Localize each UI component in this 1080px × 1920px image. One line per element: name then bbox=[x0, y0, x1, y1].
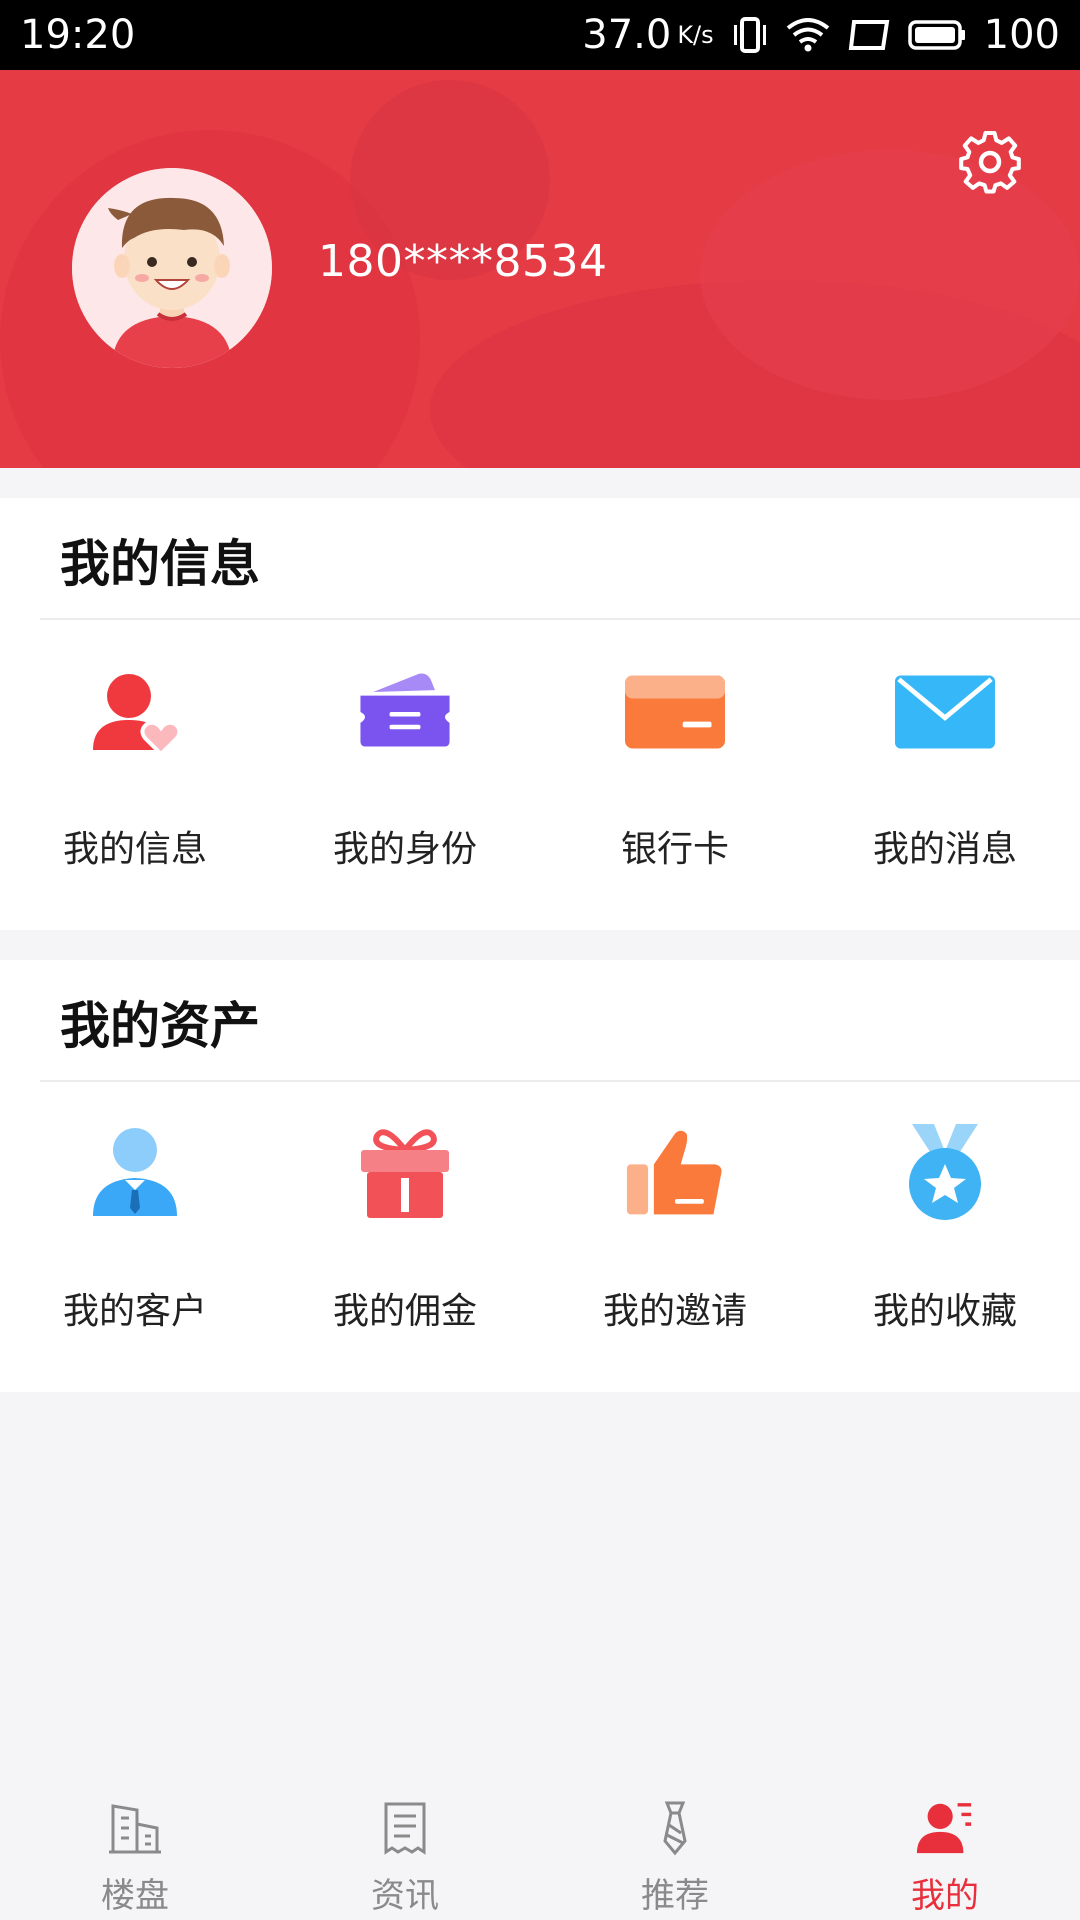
screen-icon bbox=[848, 19, 890, 51]
avatar[interactable] bbox=[72, 168, 272, 368]
my-info-section: 我的信息 我的信息 我的身份 银行卡 我的消息 bbox=[0, 498, 1080, 930]
network-speed-unit: K/s bbox=[677, 21, 714, 49]
menu-item-label: 我的消息 bbox=[872, 829, 1017, 870]
vibrate-icon bbox=[732, 15, 768, 55]
ticket-icon bbox=[355, 662, 455, 762]
tab-label: 推荐 bbox=[641, 1876, 709, 1916]
gear-icon bbox=[959, 130, 1021, 194]
menu-item-my-invitations[interactable]: 我的邀请 bbox=[540, 1082, 810, 1392]
menu-item-label: 我的佣金 bbox=[332, 1291, 477, 1332]
tab-mine[interactable]: 我的 bbox=[810, 1770, 1080, 1920]
my-assets-grid: 我的客户 我的佣金 我的邀请 我的收藏 bbox=[0, 1082, 1080, 1392]
battery-icon bbox=[907, 19, 966, 51]
tab-label: 资讯 bbox=[371, 1876, 439, 1916]
menu-item-label: 我的身份 bbox=[332, 829, 477, 870]
gift-icon bbox=[355, 1124, 455, 1224]
menu-item-label: 我的信息 bbox=[62, 829, 207, 870]
tab-news[interactable]: 资讯 bbox=[270, 1770, 540, 1920]
bottom-tab-bar: 楼盘 资讯 推荐 我的 bbox=[0, 1770, 1080, 1920]
tie-icon bbox=[645, 1798, 705, 1858]
tab-properties[interactable]: 楼盘 bbox=[0, 1770, 270, 1920]
bank-card-icon bbox=[625, 662, 725, 762]
avatar-boy-icon bbox=[72, 168, 272, 368]
tab-label: 我的 bbox=[911, 1876, 979, 1916]
status-indicators: 37.0 K/s 100 bbox=[582, 12, 1060, 58]
tab-recommend[interactable]: 推荐 bbox=[540, 1770, 810, 1920]
menu-item-label: 银行卡 bbox=[620, 829, 729, 870]
menu-item-my-info[interactable]: 我的信息 bbox=[0, 620, 270, 930]
tab-label: 楼盘 bbox=[101, 1876, 169, 1916]
section-title: 我的资产 bbox=[60, 997, 260, 1055]
network-speed: 37.0 bbox=[582, 12, 672, 58]
menu-item-my-identity[interactable]: 我的身份 bbox=[270, 620, 540, 930]
status-time: 19:20 bbox=[20, 12, 136, 58]
menu-item-label: 我的邀请 bbox=[602, 1291, 747, 1332]
battery-level: 100 bbox=[983, 12, 1060, 58]
menu-item-label: 我的客户 bbox=[62, 1291, 207, 1332]
user-phone[interactable]: 180****8534 bbox=[318, 236, 607, 287]
user-heart-icon bbox=[85, 662, 185, 762]
medal-icon bbox=[895, 1124, 995, 1224]
menu-item-my-customers[interactable]: 我的客户 bbox=[0, 1082, 270, 1392]
status-bar: 19:20 37.0 K/s 100 bbox=[0, 0, 1080, 70]
menu-item-my-favorites[interactable]: 我的收藏 bbox=[810, 1082, 1080, 1392]
user-list-icon bbox=[915, 1798, 975, 1858]
section-title: 我的信息 bbox=[60, 535, 260, 593]
menu-item-my-commission[interactable]: 我的佣金 bbox=[270, 1082, 540, 1392]
envelope-icon bbox=[895, 662, 995, 762]
customer-icon bbox=[85, 1124, 185, 1224]
news-icon bbox=[375, 1798, 435, 1858]
my-assets-section: 我的资产 我的客户 我的佣金 我的邀请 我的收藏 bbox=[0, 960, 1080, 1392]
my-info-grid: 我的信息 我的身份 银行卡 我的消息 bbox=[0, 620, 1080, 930]
building-icon bbox=[105, 1798, 165, 1858]
settings-button[interactable] bbox=[954, 126, 1026, 198]
thumbs-up-icon bbox=[625, 1124, 725, 1224]
profile-header: 180****8534 bbox=[0, 70, 1080, 468]
menu-item-label: 我的收藏 bbox=[872, 1291, 1017, 1332]
wifi-icon bbox=[786, 16, 830, 54]
menu-item-my-messages[interactable]: 我的消息 bbox=[810, 620, 1080, 930]
menu-item-bank-card[interactable]: 银行卡 bbox=[540, 620, 810, 930]
